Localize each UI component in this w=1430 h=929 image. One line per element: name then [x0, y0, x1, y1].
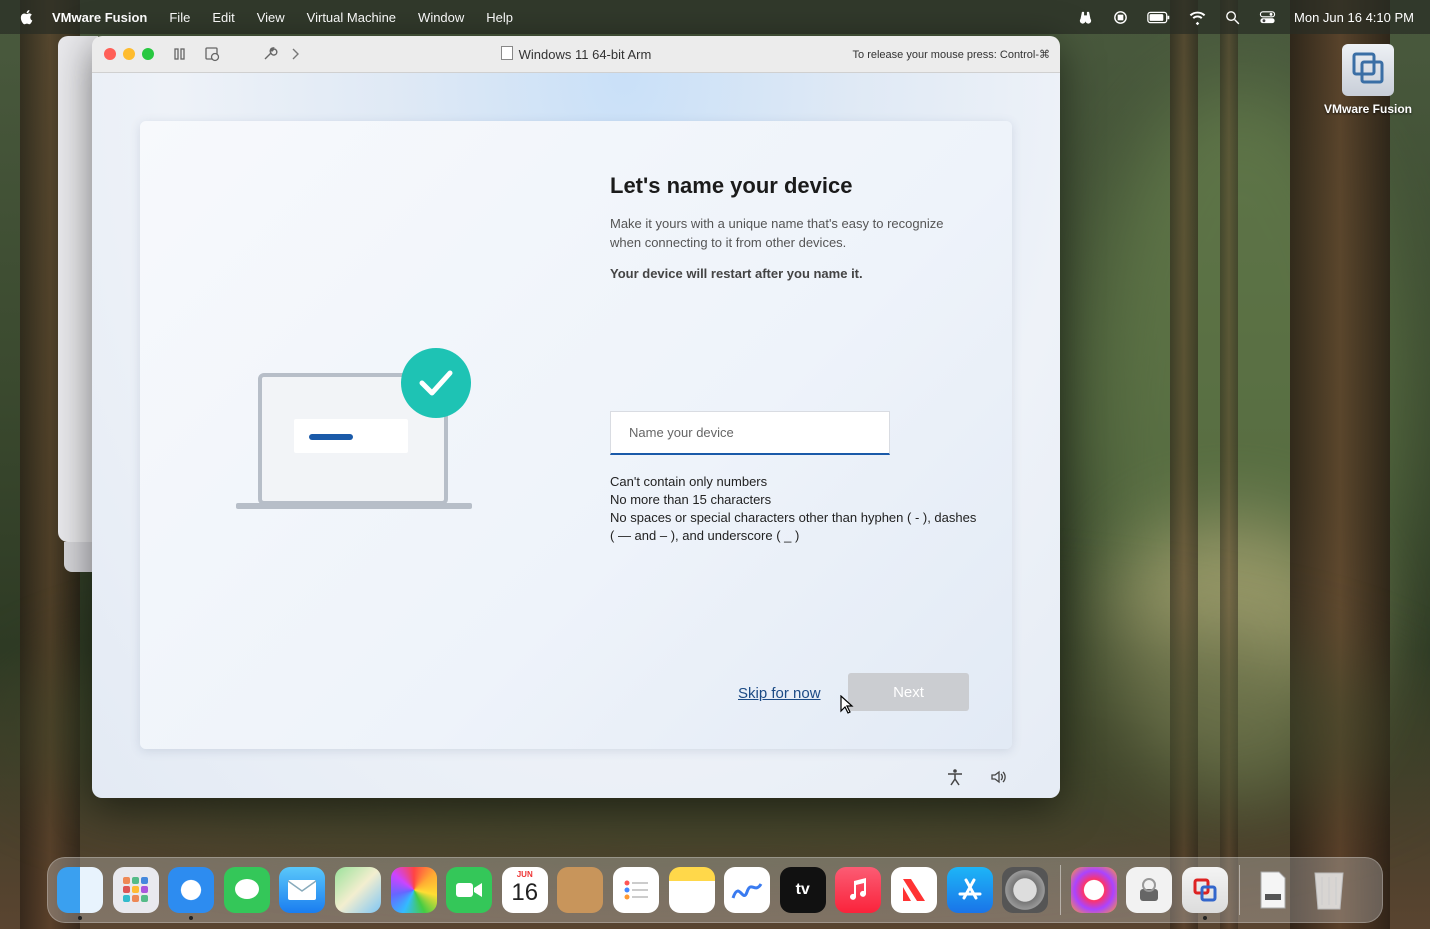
dock-separator [1059, 865, 1061, 915]
menu-extras: Mon Jun 16 4:10 PM [1077, 0, 1414, 34]
news-icon[interactable] [890, 867, 937, 913]
window-titlebar[interactable]: Windows 11 64-bit Arm To release your mo… [92, 36, 1060, 73]
settings-icon[interactable] [1002, 867, 1049, 913]
creative-cloud-icon[interactable] [1070, 867, 1117, 913]
maps-icon[interactable] [334, 867, 381, 913]
messages-icon[interactable] [223, 867, 270, 913]
volume-icon[interactable] [990, 768, 1008, 786]
guest-status-icons [946, 768, 1008, 786]
menu-help[interactable]: Help [486, 10, 513, 25]
menu-view[interactable]: View [257, 10, 285, 25]
naming-rules: Can't contain only numbers No more than … [610, 473, 980, 545]
menu-edit[interactable]: Edit [212, 10, 234, 25]
vmware-fusion-icon [1342, 44, 1394, 96]
vm-window: Windows 11 64-bit Arm To release your mo… [92, 36, 1060, 798]
contacts-icon[interactable] [557, 867, 604, 913]
launchpad-icon[interactable] [112, 867, 159, 913]
spotlight-search-icon[interactable] [1224, 9, 1241, 26]
finder-icon[interactable] [57, 867, 103, 920]
music-icon[interactable] [835, 867, 882, 913]
dock: JUN 16 tv [47, 857, 1383, 923]
vmware-fusion-icon[interactable] [1181, 867, 1228, 920]
desktop-icon-label: VMware Fusion [1323, 102, 1412, 116]
page-description: Make it yours with a unique name that's … [610, 216, 944, 250]
rule-item: No spaces or special characters other th… [610, 510, 977, 543]
document-icon[interactable] [1250, 867, 1296, 913]
restart-note: Your device will restart after you name … [610, 266, 863, 281]
document-icon [500, 46, 513, 60]
vmware-status-icon[interactable] [1112, 9, 1129, 26]
guest-screen[interactable]: Let's name your device Make it yours wit… [92, 73, 1060, 798]
control-center-icon[interactable] [1259, 9, 1276, 26]
calendar-month: JUN [516, 870, 533, 879]
reminders-icon[interactable] [612, 867, 659, 913]
wifi-icon[interactable] [1189, 9, 1206, 26]
calendar-day: 16 [511, 879, 539, 906]
menu-bar: VMware Fusion File Edit View Virtual Mac… [0, 0, 1430, 34]
next-button[interactable]: Next [848, 673, 969, 711]
photos-icon[interactable] [390, 867, 437, 913]
device-name-input[interactable] [610, 411, 890, 455]
safari-icon[interactable] [168, 867, 215, 920]
page-title: Let's name your device [610, 173, 853, 198]
release-mouse-hint: To release your mouse press: Control-⌘ [852, 49, 1050, 61]
rule-item: Can't contain only numbers [610, 474, 768, 489]
menu-clock[interactable]: Mon Jun 16 4:10 PM [1294, 10, 1414, 25]
freeform-icon[interactable] [724, 867, 771, 913]
skip-for-now-link[interactable]: Skip for now [738, 685, 821, 702]
menu-app-name[interactable]: VMware Fusion [52, 10, 147, 25]
menu-virtual-machine[interactable]: Virtual Machine [307, 10, 396, 25]
mail-icon[interactable] [279, 867, 326, 913]
menu-window[interactable]: Window [418, 10, 464, 25]
automator-icon[interactable] [1126, 867, 1173, 913]
mouse-cursor-icon [840, 695, 854, 714]
apple-icon[interactable] [18, 8, 36, 26]
binoculars-icon[interactable] [1077, 9, 1094, 26]
calendar-icon[interactable]: JUN 16 [501, 867, 548, 913]
battery-icon[interactable] [1147, 9, 1171, 26]
accessibility-icon[interactable] [946, 768, 964, 786]
notes-icon[interactable] [668, 867, 715, 913]
rule-item: No more than 15 characters [610, 492, 772, 507]
laptop-illustration [236, 348, 472, 509]
menu-file[interactable]: File [169, 10, 190, 25]
appletv-icon[interactable]: tv [779, 867, 826, 913]
facetime-icon[interactable] [446, 867, 493, 913]
appstore-icon[interactable] [946, 867, 993, 913]
dock-separator [1239, 865, 1241, 915]
desktop-vmware-fusion-icon[interactable]: VMware Fusion [1320, 44, 1416, 116]
trash-icon[interactable] [1306, 867, 1352, 913]
oobe-dialog: Let's name your device Make it yours wit… [140, 121, 1012, 749]
window-title-text: Windows 11 64-bit Arm [518, 47, 652, 62]
